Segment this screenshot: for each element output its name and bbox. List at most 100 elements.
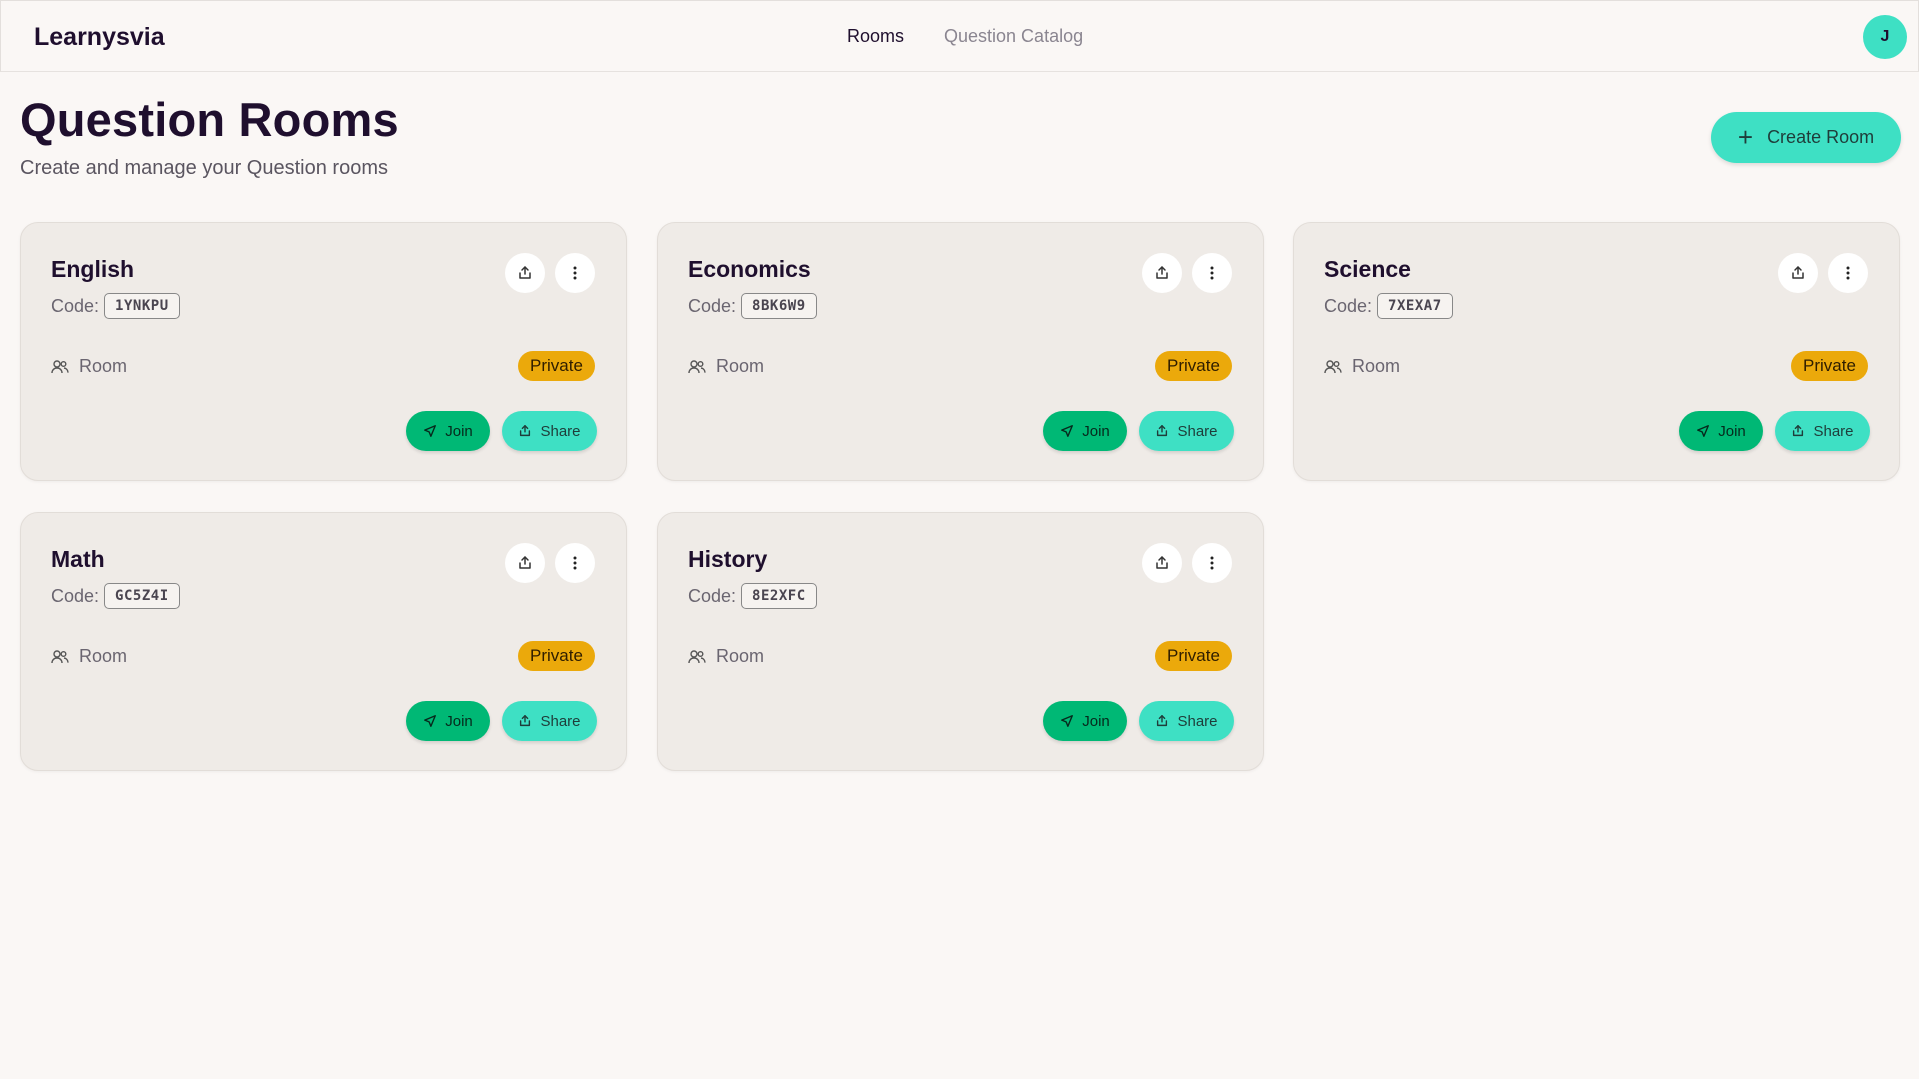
share-icon (1793, 425, 1804, 437)
share-label: Share (1813, 422, 1854, 440)
room-code[interactable]: 8BK6W9 (741, 293, 817, 319)
join-button[interactable]: Join (406, 701, 490, 741)
room-title: Economics (688, 256, 811, 282)
users-icon (688, 359, 706, 373)
room-code[interactable]: GC5Z4I (104, 583, 180, 609)
more-vertical-icon (1846, 266, 1850, 280)
room-card: Science Code: 7XEXA7 Room Private Join S… (1293, 222, 1900, 481)
share-button[interactable]: Share (1139, 701, 1234, 741)
card-more-button[interactable] (555, 543, 595, 583)
nav-item-rooms[interactable]: Rooms (847, 26, 904, 47)
share-icon (1156, 556, 1168, 569)
share-label: Share (540, 422, 581, 440)
join-button[interactable]: Join (406, 411, 490, 451)
more-vertical-icon (1210, 266, 1214, 280)
room-card: Economics Code: 8BK6W9 Room Private Join… (657, 222, 1264, 481)
share-icon (519, 556, 531, 569)
share-icon (1157, 715, 1168, 727)
room-title: History (688, 546, 768, 572)
share-icon (519, 266, 531, 279)
room-code-label: Code: (688, 585, 737, 606)
room-code-label: Code: (1324, 295, 1373, 316)
card-share-icon-button[interactable] (1142, 253, 1182, 293)
card-share-icon-button[interactable] (1142, 543, 1182, 583)
room-code-row: Code: 8BK6W9 (688, 293, 817, 319)
users-icon (1324, 359, 1342, 373)
send-icon (1061, 715, 1074, 727)
room-title: Science (1324, 256, 1411, 282)
share-button[interactable]: Share (502, 701, 597, 741)
room-type-row: Room (51, 356, 127, 377)
card-more-button[interactable] (1192, 253, 1232, 293)
card-share-icon-button[interactable] (505, 253, 545, 293)
page-title: Question Rooms (20, 93, 399, 146)
room-code[interactable]: 1YNKPU (104, 293, 180, 319)
visibility-badge: Private (518, 641, 595, 671)
join-label: Join (445, 422, 473, 440)
visibility-badge: Private (1155, 641, 1232, 671)
room-type-row: Room (688, 646, 764, 667)
share-button[interactable]: Share (1139, 411, 1234, 451)
room-type-label: Room (716, 356, 765, 376)
share-icon (1157, 425, 1168, 437)
users-icon (51, 359, 69, 373)
card-share-icon-button[interactable] (505, 543, 545, 583)
join-label: Join (1082, 712, 1110, 730)
create-room-label: Create Room (1767, 127, 1875, 147)
card-more-button[interactable] (1828, 253, 1868, 293)
send-icon (1061, 425, 1074, 437)
room-card: English Code: 1YNKPU Room Private Join S… (20, 222, 627, 481)
card-more-button[interactable] (1192, 543, 1232, 583)
room-code[interactable]: 7XEXA7 (1377, 293, 1453, 319)
room-type-label: Room (79, 356, 128, 376)
room-type-row: Room (51, 646, 127, 667)
room-card: History Code: 8E2XFC Room Private Join S… (657, 512, 1264, 771)
room-code[interactable]: 8E2XFC (741, 583, 817, 609)
share-label: Share (540, 712, 581, 730)
send-icon (424, 715, 437, 727)
room-type-row: Room (688, 356, 764, 377)
users-icon (51, 649, 69, 663)
visibility-badge: Private (1155, 351, 1232, 381)
join-label: Join (1082, 422, 1110, 440)
more-vertical-icon (573, 266, 577, 280)
join-button[interactable]: Join (1043, 411, 1127, 451)
join-label: Join (1718, 422, 1746, 440)
room-type-row: Room (1324, 356, 1400, 377)
card-more-button[interactable] (555, 253, 595, 293)
join-button[interactable]: Join (1043, 701, 1127, 741)
join-label: Join (445, 712, 473, 730)
send-icon (1697, 425, 1710, 437)
room-type-label: Room (79, 646, 128, 666)
room-code-label: Code: (688, 295, 737, 316)
share-button[interactable]: Share (1775, 411, 1870, 451)
card-share-icon-button[interactable] (1778, 253, 1818, 293)
share-label: Share (1177, 712, 1218, 730)
room-code-row: Code: 7XEXA7 (1324, 293, 1453, 319)
more-vertical-icon (1210, 556, 1214, 570)
room-code-row: Code: 1YNKPU (51, 293, 180, 319)
brand-logo[interactable]: Learnysvia (34, 23, 165, 52)
share-icon (1156, 266, 1168, 279)
visibility-badge: Private (518, 351, 595, 381)
room-title: English (51, 256, 135, 282)
user-avatar[interactable]: J (1863, 15, 1907, 59)
room-code-row: Code: 8E2XFC (688, 583, 817, 609)
plus-icon: + (1737, 121, 1754, 152)
page-subtitle: Create and manage your Question rooms (20, 157, 388, 179)
room-code-label: Code: (51, 295, 100, 316)
share-icon (520, 425, 531, 437)
share-icon (520, 715, 531, 727)
room-card: Math Code: GC5Z4I Room Private Join Shar… (20, 512, 627, 771)
visibility-badge: Private (1791, 351, 1868, 381)
room-code-label: Code: (51, 585, 100, 606)
room-code-row: Code: GC5Z4I (51, 583, 180, 609)
share-button[interactable]: Share (502, 411, 597, 451)
users-icon (688, 649, 706, 663)
room-title: Math (51, 546, 105, 572)
send-icon (424, 425, 437, 437)
join-button[interactable]: Join (1679, 411, 1763, 451)
nav-item-question-catalog[interactable]: Question Catalog (944, 26, 1083, 47)
create-room-button[interactable]: + Create Room (1711, 112, 1901, 163)
share-icon (1792, 266, 1804, 279)
